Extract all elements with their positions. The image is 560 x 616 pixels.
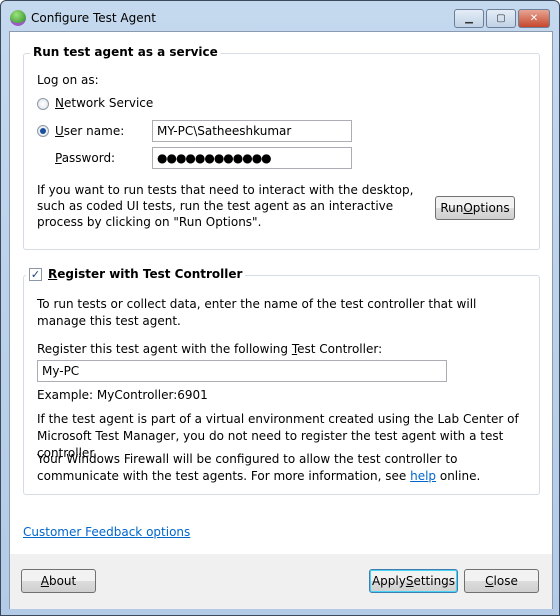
label-text: assword:: [61, 151, 116, 165]
network-service-radio[interactable]: [37, 98, 49, 110]
close-button[interactable]: Close: [464, 569, 539, 593]
run-options-button[interactable]: Run Options: [435, 196, 515, 220]
label-text: egister with Test Controller: [57, 267, 243, 281]
label-text: est Controller:: [297, 342, 383, 356]
controller-example: Example: MyController:6901: [37, 388, 208, 402]
close-window-button[interactable]: ✕: [518, 9, 550, 28]
password-label: Password:: [55, 151, 115, 165]
maximize-button[interactable]: ▢: [486, 9, 516, 28]
access-key: A: [40, 574, 49, 588]
label-text: Run: [440, 201, 464, 215]
access-key: U: [55, 124, 64, 138]
network-service-label[interactable]: Network Service: [55, 96, 153, 110]
access-key: N: [55, 96, 64, 110]
register-legend[interactable]: ✓ Register with Test Controller: [26, 267, 246, 281]
service-group: Run test agent as a service Log on as: N…: [23, 45, 540, 250]
dialog-content: Run test agent as a service Log on as: N…: [9, 31, 553, 609]
access-key: C: [485, 574, 494, 588]
access-key: P: [55, 151, 62, 165]
access-key: O: [463, 201, 473, 215]
label-text: etwork Service: [63, 96, 154, 110]
window-title: Configure Test Agent: [31, 11, 156, 25]
label-text: bout: [48, 574, 77, 588]
label-text: ptions: [472, 201, 510, 215]
about-button[interactable]: About: [21, 569, 96, 593]
user-name-radio[interactable]: [37, 125, 49, 137]
password-input[interactable]: ●●●●●●●●●●●●: [152, 147, 352, 169]
controller-intro: To run tests or collect data, enter the …: [37, 297, 477, 328]
register-checkbox[interactable]: ✓: [29, 267, 42, 281]
label-text: ser name:: [63, 124, 125, 138]
user-name-label[interactable]: User name:: [55, 124, 124, 138]
apply-settings-button[interactable]: Apply Settings: [369, 569, 458, 593]
user-name-input[interactable]: MY-PC\Satheeshkumar: [152, 120, 352, 142]
window-frame: Configure Test Agent ▁ ▢ ✕ Run test agen…: [0, 0, 560, 616]
label-text: lose: [493, 574, 518, 588]
firewall-note: Your Windows Firewall will be configured…: [37, 451, 527, 485]
label-text: Apply: [371, 574, 406, 588]
controller-input[interactable]: My-PC: [37, 360, 447, 382]
app-icon: [10, 10, 26, 26]
access-key: R: [48, 267, 58, 281]
help-link[interactable]: help: [410, 469, 436, 483]
controller-field-label: Register this test agent with the follow…: [37, 342, 382, 356]
label-text: Your Windows Firewall will be configured…: [37, 452, 458, 483]
customer-feedback-link[interactable]: Customer Feedback options: [23, 525, 190, 539]
service-legend: Run test agent as a service: [30, 45, 221, 59]
interactive-info: If you want to run tests that need to in…: [37, 183, 414, 229]
controller-group: ✓ Register with Test Controller To run t…: [23, 267, 540, 495]
access-key: S: [405, 574, 414, 588]
label-text: online.: [436, 469, 481, 483]
label-text: Register this test agent with the follow…: [37, 342, 292, 356]
minimize-button[interactable]: ▁: [454, 9, 484, 28]
button-bar: About Apply Settings Close: [10, 554, 552, 609]
logon-label: Log on as:: [37, 73, 99, 87]
label-text: ettings: [413, 574, 456, 588]
